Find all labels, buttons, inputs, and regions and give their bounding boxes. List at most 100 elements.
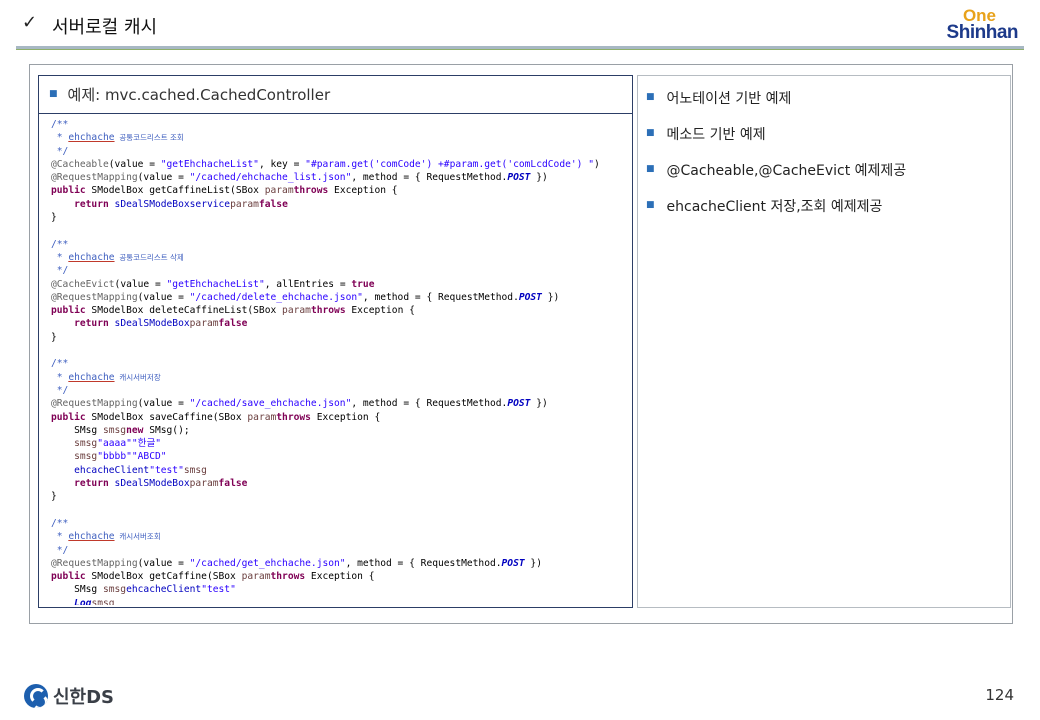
- code-line: @CacheEvict(value = "getEhchacheList", a…: [51, 278, 628, 291]
- code-token: "bbbb": [97, 451, 132, 463]
- code-token: return: [74, 318, 109, 330]
- code-token: ehchache: [68, 371, 115, 383]
- code-block: /** * ehchache 공통코드리스트 조회 */@Cacheable(v…: [51, 118, 628, 605]
- feature-item-label: @Cacheable,@CacheEvict 예제제공: [666, 163, 907, 179]
- code-token: , method = { RequestMethod.: [345, 557, 502, 569]
- code-token: param: [241, 571, 271, 583]
- code-token: POST: [501, 557, 525, 569]
- code-token: *: [51, 531, 69, 543]
- feature-item: ■ ehcacheClient 저장,조회 예제제공: [646, 196, 1010, 232]
- code-token: param: [264, 185, 294, 197]
- code-line: public SModelBox getCaffine(SBox paramth…: [51, 570, 628, 583]
- code-token: throws: [310, 305, 346, 317]
- code-token: ): [593, 158, 600, 170]
- code-token: return: [74, 198, 109, 210]
- code-token: SModelBox getCaffine(SBox: [85, 571, 242, 583]
- code-line: return sDealSModeBoxparamfalse: [51, 317, 628, 330]
- code-token: public: [51, 185, 86, 197]
- code-token: POST: [507, 398, 531, 410]
- code-token: (value =: [108, 158, 161, 170]
- code-token: public: [51, 305, 86, 317]
- code-token: true: [351, 278, 375, 290]
- code-token: , method = { RequestMethod.: [351, 398, 508, 410]
- bullet-icon: ■: [646, 128, 655, 138]
- code-token: @RequestMapping: [51, 291, 138, 303]
- code-line: ehcacheClient"test"smsg: [51, 464, 628, 477]
- code-line: @RequestMapping(value = "/cached/ehchach…: [51, 171, 628, 184]
- code-token: */: [51, 384, 69, 396]
- code-token: 캐시서버조회: [114, 532, 161, 542]
- code-token: param: [282, 305, 311, 317]
- code-token: sDealSModeBox: [114, 318, 190, 330]
- code-token: /**: [51, 238, 69, 250]
- code-token: smsg: [183, 464, 207, 476]
- code-token: Exception {: [305, 571, 375, 583]
- code-token: ehchache: [68, 251, 115, 263]
- feature-list-panel: ■ 어노테이션 기반 예제 ■ 메소드 기반 예제 ■ @Cacheable,@Cac…: [637, 75, 1011, 608]
- code-token: @RequestMapping: [51, 398, 138, 410]
- code-token: param: [230, 198, 259, 210]
- code-token: }): [530, 172, 548, 184]
- code-line: */: [51, 384, 628, 397]
- bullet-icon: ■: [49, 88, 58, 99]
- code-line: /**: [51, 357, 628, 370]
- code-token: smsg: [74, 451, 98, 463]
- code-token: service: [189, 198, 231, 210]
- code-line: @Cacheable(value = "getEhchacheList", ke…: [51, 158, 628, 171]
- code-line: Logsmsg: [51, 597, 628, 605]
- code-token: (value =: [137, 557, 190, 569]
- code-line: @RequestMapping(value = "/cached/delete_…: [51, 291, 628, 304]
- code-token: SModelBox saveCaffine(SBox: [85, 411, 248, 423]
- code-token: false: [218, 478, 248, 490]
- code-line: smsg"aaaa""한글": [51, 437, 628, 450]
- code-token: throws: [270, 571, 306, 583]
- code-token: public: [51, 411, 86, 423]
- code-line: SMsg smsgehcacheClient"test": [51, 583, 628, 596]
- code-token: }: [51, 331, 57, 343]
- slide-title: 서버로컬 캐시: [52, 17, 158, 38]
- footer-brand: 신한DS: [53, 687, 115, 708]
- code-token: false: [258, 198, 288, 210]
- code-token: Exception {: [345, 305, 415, 317]
- code-token: public: [51, 571, 86, 583]
- code-example-title: 예제: mvc.cached.CachedController: [67, 86, 331, 104]
- code-token: 공통코드리스트 조회: [114, 133, 184, 143]
- logo-shinhan-text: Shinhan: [946, 22, 1019, 43]
- code-token: ehchache: [68, 531, 115, 543]
- feature-list: ■ 어노테이션 기반 예제 ■ 메소드 기반 예제 ■ @Cacheable,@Cac…: [638, 76, 1010, 232]
- code-token: return: [74, 478, 109, 490]
- code-token: smsg: [91, 597, 115, 605]
- code-token: 공통코드리스트 삭제: [114, 252, 184, 262]
- code-line: @RequestMapping(value = "/cached/save_eh…: [51, 397, 628, 410]
- code-token: }: [51, 491, 57, 503]
- code-token: @RequestMapping: [51, 557, 138, 569]
- code-token: *: [51, 251, 69, 263]
- code-token: *: [51, 371, 69, 383]
- feature-item-label: ehcacheClient 저장,조회 예제제공: [666, 199, 883, 215]
- feature-item: ■ @Cacheable,@CacheEvict 예제제공: [646, 160, 1010, 196]
- code-line: }: [51, 490, 628, 503]
- code-line: public SModelBox saveCaffine(SBox paramt…: [51, 411, 628, 424]
- code-token: param: [189, 318, 219, 330]
- code-token: param: [247, 411, 277, 423]
- code-token: smsg: [74, 438, 98, 450]
- code-line: public SModelBox deleteCaffineList(SBox …: [51, 304, 628, 317]
- code-token: smsg: [102, 584, 127, 596]
- code-token: (value =: [137, 291, 190, 303]
- code-example-panel: ■ 예제: mvc.cached.CachedController /** * …: [38, 75, 633, 608]
- code-example-heading: ■ 예제: mvc.cached.CachedController: [39, 76, 632, 114]
- code-line: smsg"bbbb""ABCD": [51, 450, 628, 463]
- code-line: */: [51, 145, 628, 158]
- code-token: }): [541, 291, 560, 303]
- code-token: "/cached/ehchache_list.json": [189, 172, 352, 184]
- code-token: param: [189, 478, 219, 490]
- code-token: SMsg: [51, 584, 103, 596]
- code-token: smsg: [102, 424, 127, 436]
- code-token: }: [51, 212, 57, 224]
- code-token: */: [51, 265, 69, 277]
- code-token: "aaaa": [97, 438, 132, 450]
